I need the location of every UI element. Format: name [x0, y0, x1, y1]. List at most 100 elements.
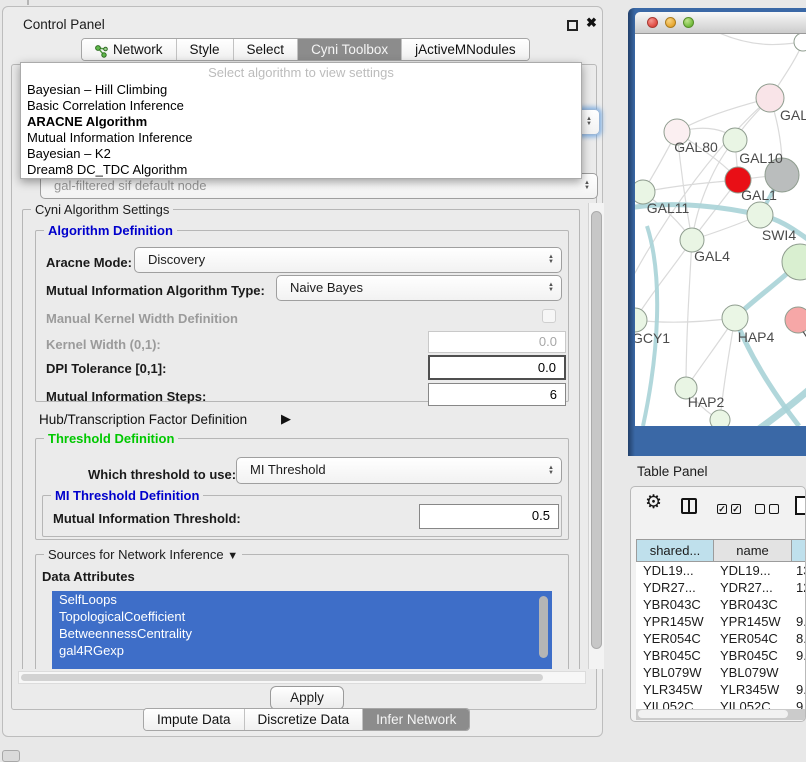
data-attributes-list[interactable]: SelfLoopsTopologicalCoefficientBetweenne…: [52, 591, 552, 669]
network-table-combobox-value: gal-filtered sif default node: [54, 178, 206, 193]
combo-stepper-icon: ▲▼: [584, 174, 590, 198]
list-scrollbar-thumb[interactable]: [539, 596, 548, 658]
mi-threshold-definition-legend: MI Threshold Definition: [51, 488, 203, 503]
network-edge[interactable]: [692, 140, 735, 240]
scrollbar-thumb[interactable]: [591, 211, 602, 649]
mi-steps-field[interactable]: 6: [428, 383, 566, 406]
table-row[interactable]: YBR043CYBR043C: [636, 596, 806, 613]
aracne-mode-label: Aracne Mode:: [46, 255, 132, 270]
float-window-icon[interactable]: [567, 20, 578, 31]
network-window-titlebar[interactable]: [635, 12, 806, 34]
network-node-label: GAL11: [647, 200, 690, 216]
table-row[interactable]: YPR145WYPR145W9.: [636, 613, 806, 630]
network-node[interactable]: [710, 410, 730, 426]
network-edge[interactable]: [677, 98, 770, 132]
algorithm-popup-list: Bayesian – Hill ClimbingBasic Correlatio…: [21, 82, 581, 178]
manual-kernel-width-checkbox[interactable]: [542, 309, 556, 323]
scrollbar-thumb[interactable]: [638, 710, 788, 718]
attribute-list-item[interactable]: SelfLoops: [52, 591, 552, 608]
network-node[interactable]: [722, 305, 748, 331]
tab-cyni-toolbox[interactable]: Cyni Toolbox: [297, 39, 401, 60]
tab-infer-network[interactable]: Infer Network: [362, 709, 469, 730]
network-window-frame[interactable]: GALGAL80GAL10GAL1GAL11SWI4GAL4GCY1HAP4YH…: [628, 8, 806, 456]
attribute-list-item[interactable]: gal4RGexp: [52, 642, 552, 659]
mi-threshold-field[interactable]: 0.5: [419, 504, 559, 529]
network-edge-highlighted[interactable]: [755, 388, 806, 426]
which-threshold-combobox[interactable]: MI Threshold ▲▼: [236, 457, 562, 484]
table-row[interactable]: YBR045CYBR045C9.: [636, 647, 806, 664]
cyni-algorithm-settings-group: Cyni Algorithm Settings Algorithm Defini…: [22, 209, 580, 669]
threshold-definition-group: Threshold Definition Which threshold to …: [35, 438, 569, 540]
table-cell: YPR145W: [643, 613, 704, 630]
network-node[interactable]: [635, 308, 647, 332]
document-icon[interactable]: [795, 496, 806, 515]
zoom-traffic-light-icon[interactable]: [683, 17, 694, 28]
table-cell: YDL19...: [643, 562, 694, 579]
aracne-mode-combobox[interactable]: Discovery ▲▼: [134, 247, 562, 273]
tab-style[interactable]: Style: [176, 39, 233, 60]
mi-threshold-label: Mutual Information Threshold:: [53, 511, 241, 526]
network-view-canvas[interactable]: GALGAL80GAL10GAL1GAL11SWI4GAL4GCY1HAP4YH…: [635, 34, 806, 426]
mi-threshold-definition-group: MI Threshold Definition Mutual Informati…: [42, 495, 562, 537]
column-settings-icon[interactable]: [681, 498, 697, 514]
network-graph: GALGAL80GAL10GAL1GAL11SWI4GAL4GCY1HAP4YH…: [635, 34, 806, 426]
network-icon: [95, 43, 108, 56]
settings-horizontal-scrollbar[interactable]: [18, 671, 586, 684]
network-node[interactable]: [723, 128, 747, 152]
table-row[interactable]: YLR345WYLR345W9.: [636, 681, 806, 698]
attribute-list-item[interactable]: BetweennessCentrality: [52, 625, 552, 642]
network-node-label: GCY1: [635, 330, 670, 346]
tab-select[interactable]: Select: [233, 39, 298, 60]
mi-algorithm-type-combobox[interactable]: Naive Bayes ▲▼: [276, 275, 562, 301]
network-edge[interactable]: [635, 240, 692, 320]
dpi-tolerance-label: DPI Tolerance [0,1]:: [46, 361, 166, 376]
table-cell: YER054C: [643, 630, 701, 647]
table-row[interactable]: YER054CYER054C8.: [636, 630, 806, 647]
panel-corner-icon[interactable]: [2, 750, 20, 762]
tab-impute-data[interactable]: Impute Data: [144, 709, 244, 730]
mi-algorithm-type-label: Mutual Information Algorithm Type:: [46, 283, 265, 298]
algorithm-option[interactable]: Bayesian – K2: [21, 146, 581, 162]
algorithm-option[interactable]: Dream8 DC_TDC Algorithm: [21, 162, 581, 178]
network-node[interactable]: [794, 34, 806, 51]
network-node-label: GAL80: [674, 139, 718, 155]
gear-icon[interactable]: ⚙: [645, 491, 662, 514]
attribute-list-item[interactable]: TopologicalCoefficient: [52, 608, 552, 625]
hub-tf-definition-label[interactable]: Hub/Transcription Factor Definition: [39, 412, 247, 427]
select-all-checkbox-icon[interactable]: ✓: [717, 504, 727, 514]
dpi-tolerance-field[interactable]: 0.0: [428, 355, 566, 380]
algorithm-option[interactable]: Mutual Information Inference: [21, 130, 581, 146]
network-edge[interactable]: [717, 34, 803, 45]
minimize-traffic-light-icon[interactable]: [665, 17, 676, 28]
table-column-header[interactable]: A: [792, 539, 806, 562]
algorithm-option[interactable]: Basic Correlation Inference: [21, 98, 581, 114]
network-node[interactable]: [747, 202, 773, 228]
tab-discretize-data[interactable]: Discretize Data: [244, 709, 363, 730]
expand-arrow-icon[interactable]: ▼: [227, 550, 238, 562]
network-edge[interactable]: [635, 318, 735, 322]
network-node-label: Y: [802, 328, 806, 344]
close-traffic-light-icon[interactable]: [647, 17, 658, 28]
table-column-header[interactable]: shared...: [636, 539, 714, 562]
table-row[interactable]: YBL079WYBL079W: [636, 664, 806, 681]
scrollbar-thumb[interactable]: [21, 674, 543, 681]
algorithm-option[interactable]: Bayesian – Hill Climbing: [21, 82, 581, 98]
table-row[interactable]: YDL19...YDL19...13: [636, 562, 806, 579]
table-cell: 8.: [796, 630, 806, 647]
table-cell: YDL19...: [720, 562, 771, 579]
apply-button[interactable]: Apply: [270, 686, 344, 710]
deselect-all-checkbox-icon[interactable]: [755, 504, 765, 514]
collapse-arrow-icon[interactable]: ▶: [281, 411, 291, 427]
table-row[interactable]: YIL052CYIL052C9.: [636, 698, 806, 709]
network-edge[interactable]: [686, 240, 692, 388]
tab-network[interactable]: Network: [82, 39, 176, 60]
table-row[interactable]: YDR27...YDR27...12: [636, 579, 806, 596]
table-column-header[interactable]: name: [714, 539, 792, 562]
close-icon[interactable]: ✖: [586, 15, 597, 31]
tab-jactivemnodules[interactable]: jActiveMNodules: [401, 39, 529, 60]
table-cell: YPR145W: [720, 613, 781, 630]
settings-vertical-scrollbar[interactable]: [588, 203, 604, 669]
table-horizontal-scrollbar[interactable]: [636, 709, 806, 720]
algorithm-option[interactable]: ARACNE Algorithm: [21, 114, 581, 130]
table-body[interactable]: YDL19...YDL19...13YDR27...YDR27...12YBR0…: [636, 562, 806, 709]
